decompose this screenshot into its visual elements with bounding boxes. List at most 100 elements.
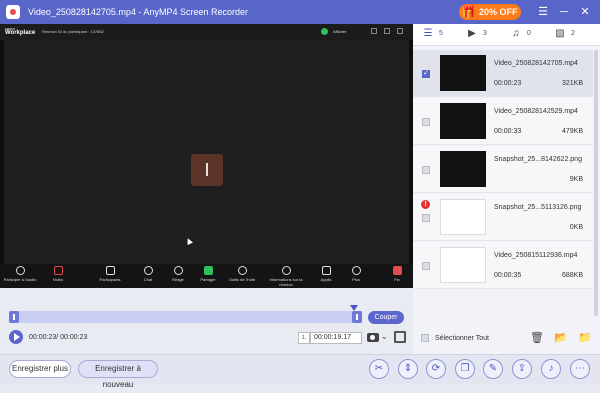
select-all-label: Sélectionner Tout xyxy=(435,334,489,342)
heart-icon xyxy=(173,266,183,275)
item-checkbox[interactable] xyxy=(422,118,430,126)
fullscreen-icon[interactable] xyxy=(394,331,406,343)
item-checkbox[interactable] xyxy=(422,214,430,222)
playhead-marker[interactable] xyxy=(350,305,358,311)
trim-timeline[interactable] xyxy=(9,311,362,323)
file-size: 479KB xyxy=(561,128,583,135)
image-icon: ▧ xyxy=(555,28,565,39)
timecode-field[interactable]: 00:00:19.17 xyxy=(310,332,362,344)
zoom-video-stage xyxy=(4,40,409,264)
file-size: 0KB xyxy=(569,224,583,231)
thumbnail xyxy=(440,55,486,91)
share-out-icon[interactable]: ⇪ xyxy=(512,359,532,379)
close-icon[interactable]: ✕ xyxy=(577,4,593,20)
export-folder-icon[interactable]: 📂 xyxy=(553,330,569,346)
play-button[interactable] xyxy=(9,330,23,344)
zoom-toolbar: Participer à l'audio Vidéo Participants … xyxy=(0,264,413,288)
tab-image-count: 2 xyxy=(571,30,575,37)
more-icon xyxy=(351,266,361,275)
tool-more: Plus xyxy=(352,277,360,282)
save-again-button[interactable]: Enregistrer à nouveau xyxy=(78,360,158,389)
trash-icon[interactable]: 🗑 xyxy=(529,330,545,346)
tab-all[interactable]: ☰ 5 xyxy=(421,28,443,39)
gift-icon: 🎁 xyxy=(461,5,477,19)
headphones-icon xyxy=(15,266,25,275)
tab-image[interactable]: ▧ 2 xyxy=(553,28,575,39)
item-checkbox[interactable] xyxy=(422,69,430,78)
trim-end-handle[interactable] xyxy=(352,311,362,323)
end-icon xyxy=(392,266,402,275)
window-title: Video_250828142705.mp4 - AnyMP4 Screen R… xyxy=(28,7,248,17)
list-item[interactable]: Snapshot_25...8142622.png 9KB xyxy=(413,146,593,193)
tab-video[interactable]: ▶ 3 xyxy=(465,28,487,39)
shield-icon xyxy=(321,28,328,35)
file-list: Video_250828142705.mp4 00:00:23 321KB Vi… xyxy=(413,46,593,318)
file-name: Video_250828142529.mp4 xyxy=(494,108,578,115)
media-tabs: ☰ 5 ▶ 3 ♫ 0 ▧ 2 xyxy=(413,24,600,46)
bottom-toolbar: Enregistrer plus Enregistrer à nouveau ✂… xyxy=(0,354,600,389)
promo-label: 20% OFF xyxy=(479,7,518,17)
scissors-icon[interactable]: ✂ xyxy=(369,359,389,379)
view-label: Afficher xyxy=(333,29,347,34)
list-item[interactable]: Video_250815112936.mp4 00:00:35 688KB xyxy=(413,242,593,289)
cut-button[interactable]: Couper xyxy=(368,311,404,324)
zoom-close-icon xyxy=(397,28,403,34)
thumbnail xyxy=(440,247,486,283)
tool-apps: Applis xyxy=(320,277,332,282)
volume-icon[interactable]: ♪ xyxy=(541,359,561,379)
list-item[interactable]: Video_250828142529.mp4 00:00:33 479KB xyxy=(413,98,593,145)
file-duration: 00:00:35 xyxy=(494,272,522,279)
zoom-header: zoom Workplace Réunion ID du participant… xyxy=(0,24,413,40)
zoom-maximize-icon xyxy=(384,28,390,34)
speed-field[interactable]: 1. xyxy=(298,332,310,344)
tab-audio-count: 0 xyxy=(527,30,531,37)
info-icon xyxy=(281,266,291,275)
file-duration: 00:00:33 xyxy=(494,128,522,135)
tab-all-count: 5 xyxy=(439,30,443,37)
video-icon: ▶ xyxy=(468,28,476,39)
file-size: 321KB xyxy=(561,80,583,87)
participants-icon xyxy=(105,266,115,275)
scrollbar[interactable] xyxy=(594,50,598,316)
folder-icon[interactable]: 📁 xyxy=(577,330,593,346)
file-duration: 00:00:23 xyxy=(494,80,522,87)
edit-icon[interactable]: ✎ xyxy=(483,359,503,379)
item-checkbox[interactable] xyxy=(422,166,430,174)
chat-icon xyxy=(143,266,153,275)
file-name: Snapshot_25...5113126.png xyxy=(494,204,582,211)
app-logo-icon xyxy=(6,5,20,19)
item-checkbox[interactable] xyxy=(422,262,430,270)
camera-icon[interactable] xyxy=(367,333,379,342)
zoom-brand-sub: Workplace xyxy=(5,30,36,36)
promo-button[interactable]: 🎁 20% OFF xyxy=(459,4,521,20)
file-name: Video_250815112936.mp4 xyxy=(494,252,578,259)
warning-icon: ! xyxy=(421,200,430,209)
audio-icon: ♫ xyxy=(512,28,520,39)
tab-audio[interactable]: ♫ 0 xyxy=(509,28,531,39)
list-item[interactable]: Video_250828142705.mp4 00:00:23 321KB xyxy=(413,50,593,97)
zoom-minimize-icon xyxy=(371,28,377,34)
participant-avatar: I xyxy=(191,154,223,186)
share-icon xyxy=(203,266,213,275)
select-all[interactable]: Sélectionner Tout xyxy=(421,334,489,342)
list-icon: ☰ xyxy=(423,28,433,39)
list-item[interactable]: ! Snapshot_25...5113126.png 0KB xyxy=(413,194,593,241)
file-name: Video_250828142705.mp4 xyxy=(494,60,578,67)
thumbnail xyxy=(440,103,486,139)
meeting-info: Réunion ID du participant : 147862 xyxy=(42,29,104,34)
recording-list-panel: ☰5 ▶3 ♫0 ▧2 Video_250828142705.mp4 00:00… xyxy=(413,24,600,354)
tool-audio: Participer à l'audio xyxy=(3,277,37,282)
convert-icon[interactable]: ⟳ xyxy=(426,359,446,379)
chevron-down-icon[interactable]: ⌄ xyxy=(381,332,388,341)
merge-icon[interactable]: ⇕ xyxy=(398,359,418,379)
more-options-icon[interactable]: ⋯ xyxy=(570,359,590,379)
thumbnail xyxy=(440,151,486,187)
time-display: 00:00:23/ 00:00:23 xyxy=(29,334,88,341)
tab-video-count: 3 xyxy=(483,30,487,37)
copy-icon[interactable]: ❐ xyxy=(455,359,475,379)
minimize-icon[interactable]: ─ xyxy=(556,4,572,20)
menu-icon[interactable]: ☰ xyxy=(535,4,551,20)
save-more-button[interactable]: Enregistrer plus xyxy=(9,360,71,378)
select-all-checkbox[interactable] xyxy=(421,334,429,342)
trim-start-handle[interactable] xyxy=(9,311,19,323)
